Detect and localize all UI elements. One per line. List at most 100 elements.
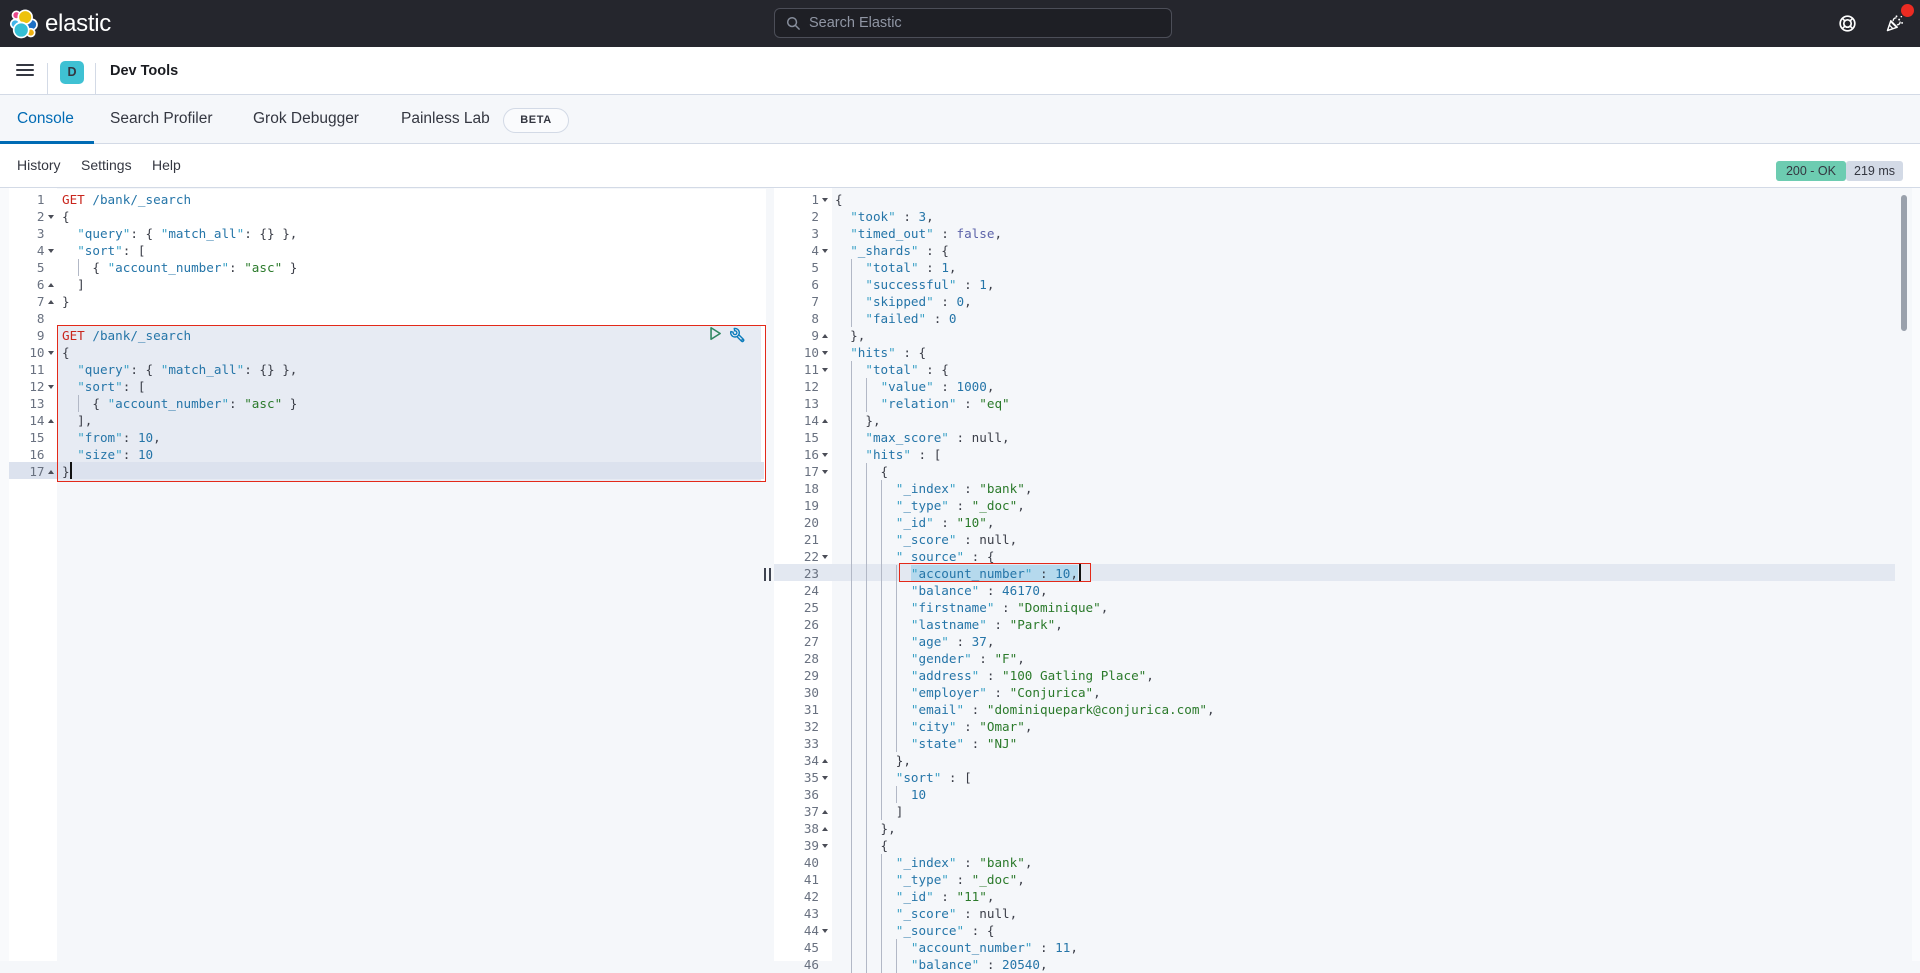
- fold-down-icon[interactable]: [822, 555, 828, 559]
- menu-history[interactable]: History: [17, 157, 61, 173]
- gutter-line-number: 27: [774, 633, 832, 650]
- fold-down-icon[interactable]: [48, 385, 54, 389]
- response-editor[interactable]: { "took" : 3, "timed_out" : false, "_sha…: [835, 191, 1215, 973]
- gutter-line-number: 17: [774, 463, 832, 480]
- code-line: {: [835, 463, 1215, 480]
- gutter-line-number: 45: [774, 939, 832, 956]
- code-line: "_type" : "_doc",: [835, 871, 1215, 888]
- fold-down-icon[interactable]: [48, 249, 54, 253]
- code-line: "_id" : "11",: [835, 888, 1215, 905]
- code-line: ]: [62, 276, 297, 293]
- gutter-line-number: 33: [774, 735, 832, 752]
- request-options-wrench-icon[interactable]: [729, 326, 746, 344]
- gutter-line-number: 40: [774, 854, 832, 871]
- code-line: "total" : {: [835, 361, 1215, 378]
- fold-up-icon[interactable]: [822, 759, 828, 763]
- code-line: "firstname" : "Dominique",: [835, 599, 1215, 616]
- help-icon[interactable]: [1838, 14, 1857, 33]
- global-search-input[interactable]: Search Elastic: [774, 8, 1172, 38]
- code-line: }: [62, 293, 297, 310]
- fold-up-icon[interactable]: [48, 300, 54, 304]
- fold-down-icon[interactable]: [822, 844, 828, 848]
- gutter-line-number: 16: [9, 446, 57, 463]
- nav-header: D Dev Tools: [0, 47, 1920, 95]
- fold-down-icon[interactable]: [822, 249, 828, 253]
- code-line: "max_score" : null,: [835, 429, 1215, 446]
- gutter-line-number: 24: [774, 582, 832, 599]
- elastic-home-link[interactable]: elastic: [10, 9, 111, 38]
- code-line: {: [835, 191, 1215, 208]
- gutter-line-number: 31: [774, 701, 832, 718]
- menu-settings[interactable]: Settings: [81, 157, 132, 173]
- breadcrumb[interactable]: Dev Tools: [110, 63, 178, 79]
- fold-down-icon[interactable]: [822, 776, 828, 780]
- code-line: },: [835, 327, 1215, 344]
- fold-up-icon[interactable]: [48, 470, 54, 474]
- newsfeed-icon[interactable]: [1885, 14, 1904, 33]
- gutter-line-number: 36: [774, 786, 832, 803]
- gutter-line-number: 20: [774, 514, 832, 531]
- code-line: "hits" : {: [835, 344, 1215, 361]
- tab-console[interactable]: Console: [17, 95, 74, 143]
- gutter-line-number: 43: [774, 905, 832, 922]
- send-request-icon[interactable]: [709, 326, 722, 341]
- gutter-line-number: 46: [774, 956, 832, 973]
- fold-down-icon[interactable]: [822, 470, 828, 474]
- response-gutter: 1234567891011121314151617181920212223242…: [774, 191, 832, 973]
- fold-up-icon[interactable]: [48, 283, 54, 287]
- code-line: "_source" : {: [835, 922, 1215, 939]
- notification-dot: [1901, 4, 1914, 17]
- gutter-line-number: 34: [774, 752, 832, 769]
- gutter-line-number: 12: [9, 378, 57, 395]
- panel-resizer-grip[interactable]: [764, 568, 771, 581]
- gutter-line-number: 10: [9, 344, 57, 361]
- tab-grok-debugger[interactable]: Grok Debugger: [253, 95, 359, 143]
- fold-up-icon[interactable]: [822, 827, 828, 831]
- fold-down-icon[interactable]: [48, 351, 54, 355]
- gutter-line-number: 14: [9, 412, 57, 429]
- fold-down-icon[interactable]: [822, 351, 828, 355]
- gutter-line-number: 19: [774, 497, 832, 514]
- fold-down-icon[interactable]: [48, 215, 54, 219]
- menu-icon[interactable]: [16, 64, 34, 77]
- gutter-line-number: 2: [9, 208, 57, 225]
- code-line: },: [835, 412, 1215, 429]
- gutter-line-number: 23: [774, 565, 832, 582]
- gutter-line-number: 5: [9, 259, 57, 276]
- fold-down-icon[interactable]: [822, 368, 828, 372]
- tab-painless-lab[interactable]: Painless Lab: [401, 95, 490, 143]
- code-line: "failed" : 0: [835, 310, 1215, 327]
- code-line: },: [835, 752, 1215, 769]
- code-line: "balance" : 20540,: [835, 956, 1215, 973]
- nav-divider: [47, 63, 48, 95]
- fold-up-icon[interactable]: [822, 334, 828, 338]
- gutter-line-number: 12: [774, 378, 832, 395]
- code-line: "_type" : "_doc",: [835, 497, 1215, 514]
- fold-up-icon[interactable]: [48, 419, 54, 423]
- fold-down-icon[interactable]: [822, 453, 828, 457]
- console-editors: 1234567891011121314151617 GET /bank/_sea…: [0, 188, 1920, 961]
- beta-badge: BETA: [503, 108, 569, 133]
- fold-down-icon[interactable]: [822, 929, 828, 933]
- code-line: "_shards" : {: [835, 242, 1215, 259]
- response-scrollbar-thumb[interactable]: [1901, 195, 1907, 331]
- gutter-line-number: 11: [774, 361, 832, 378]
- gutter-line-number: 21: [774, 531, 832, 548]
- fold-up-icon[interactable]: [822, 419, 828, 423]
- tab-search-profiler[interactable]: Search Profiler: [110, 95, 213, 143]
- gutter-line-number: 17: [9, 463, 57, 480]
- gutter-line-number: 29: [774, 667, 832, 684]
- fold-down-icon[interactable]: [822, 198, 828, 202]
- gutter-line-number: 13: [9, 395, 57, 412]
- gutter-line-number: 8: [9, 310, 57, 327]
- code-line: "relation" : "eq": [835, 395, 1215, 412]
- space-avatar[interactable]: D: [60, 61, 84, 84]
- code-line: "_score" : null,: [835, 531, 1215, 548]
- fold-up-icon[interactable]: [822, 810, 828, 814]
- menu-help[interactable]: Help: [152, 157, 181, 173]
- gutter-line-number: 10: [774, 344, 832, 361]
- scrollbar-track: [1912, 188, 1920, 961]
- code-line: GET /bank/_search: [62, 191, 297, 208]
- gutter-line-number: 3: [774, 225, 832, 242]
- gutter-line-number: 15: [9, 429, 57, 446]
